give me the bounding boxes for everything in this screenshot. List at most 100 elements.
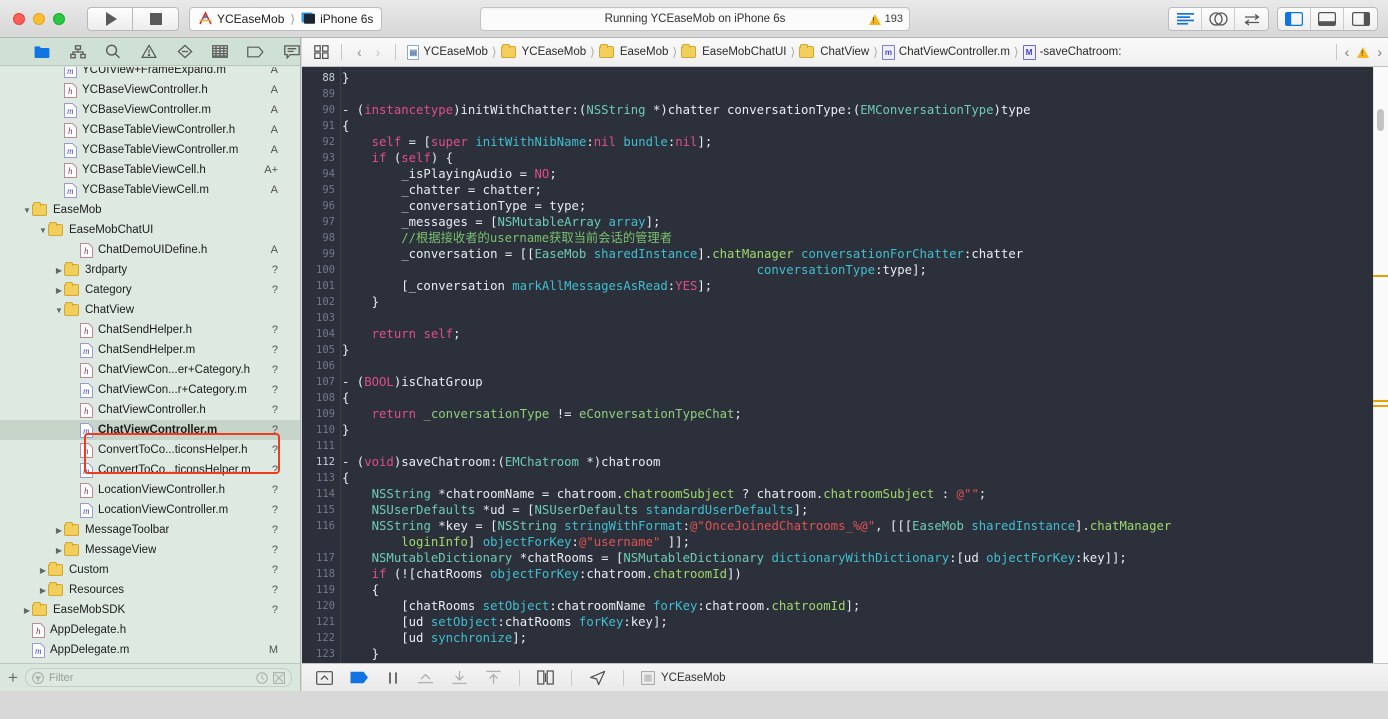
disclosure-triangle-closed-icon[interactable]: ▶ <box>54 526 64 535</box>
file-row[interactable]: ▼ EaseMobChatUI <box>0 220 300 240</box>
run-button[interactable] <box>87 6 133 31</box>
pause-button[interactable] <box>386 671 400 685</box>
assistant-editor-button[interactable] <box>1202 8 1235 30</box>
utilities-toggle-button[interactable] <box>1344 8 1377 30</box>
file-row[interactable]: h ChatSendHelper.h? <box>0 320 300 340</box>
disclosure-triangle-closed-icon[interactable]: ▶ <box>54 546 64 555</box>
disclosure-triangle-closed-icon[interactable]: ▶ <box>38 586 48 595</box>
file-row[interactable]: ▼ ChatView <box>0 300 300 320</box>
breadcrumb-item-file[interactable]: m ChatViewController.m <box>879 44 1013 60</box>
disclosure-triangle-open-icon[interactable]: ▼ <box>54 306 64 315</box>
warning-marker[interactable] <box>1373 400 1388 402</box>
h-file-icon: h <box>80 242 93 258</box>
previous-issue-button[interactable]: ‹ <box>1345 44 1350 60</box>
file-row[interactable]: ▶ Custom? <box>0 560 300 580</box>
file-row[interactable]: h AppDelegate.h <box>0 620 300 640</box>
next-issue-button[interactable]: › <box>1377 44 1382 60</box>
file-row[interactable]: m ChatViewController.m? <box>0 420 300 440</box>
file-row[interactable]: h ConvertToCo...ticonsHelper.h? <box>0 440 300 460</box>
stop-button[interactable] <box>133 6 179 31</box>
close-button[interactable] <box>13 12 25 25</box>
file-row[interactable]: ▶ MessageView? <box>0 540 300 560</box>
file-row[interactable]: h ChatDemoUIDefine.h A <box>0 240 300 260</box>
related-items-icon[interactable] <box>310 45 333 59</box>
navigator-toggle-button[interactable] <box>1278 8 1311 30</box>
step-into-button[interactable] <box>451 670 468 685</box>
project-navigator-icon[interactable] <box>34 44 51 60</box>
code-content[interactable]: } - (instancetype)initWithChatter:(NSStr… <box>342 67 1342 663</box>
add-file-button[interactable]: + <box>8 669 18 686</box>
report-navigator-icon[interactable] <box>283 44 300 60</box>
file-row[interactable]: h ChatViewController.h? <box>0 400 300 420</box>
process-item[interactable]: YCEaseMob <box>641 670 726 685</box>
breadcrumb-item-group-3[interactable]: EaseMobChatUI <box>678 44 789 58</box>
file-row[interactable]: m AppDelegate.m M <box>0 640 300 660</box>
scrollbar-thumb[interactable] <box>1377 109 1384 131</box>
breadcrumb-item-project[interactable]: ▤ YCEaseMob <box>404 44 491 60</box>
breadcrumb-item-group-1[interactable]: YCEaseMob <box>498 44 590 58</box>
file-row[interactable]: ▶ MessageToolbar? <box>0 520 300 540</box>
file-row[interactable]: h YCBaseViewController.h A <box>0 80 300 100</box>
file-row[interactable]: m ConvertToCo...ticonsHelper.m? <box>0 460 300 480</box>
destination-name: iPhone 6s <box>320 11 374 26</box>
warning-indicator[interactable]: 193 <box>868 13 903 25</box>
file-row[interactable]: m ChatSendHelper.m? <box>0 340 300 360</box>
file-status-badge: A <box>270 67 278 76</box>
hide-debug-area-button[interactable] <box>316 670 333 685</box>
file-row[interactable]: ▶ EaseMobSDK? <box>0 600 300 620</box>
issue-navigator-icon[interactable] <box>141 44 158 60</box>
disclosure-triangle-closed-icon[interactable]: ▶ <box>38 566 48 575</box>
source-code-editor[interactable]: 88 89 90 91 92 93 94 95 96 97 98 99 100 101 102 103 104 1… <box>302 67 1388 663</box>
file-row[interactable]: h ChatViewCon...er+Category.h? <box>0 360 300 380</box>
zoom-button[interactable] <box>53 12 65 25</box>
file-row[interactable]: ▼ EaseMob <box>0 200 300 220</box>
breadcrumb-item-group-4[interactable]: ChatView <box>796 44 872 58</box>
file-row[interactable]: m YCBaseTableViewController.m A <box>0 140 300 160</box>
navigate-forward-button[interactable]: › <box>369 44 388 60</box>
debug-navigator-icon[interactable] <box>212 44 229 60</box>
minimize-button[interactable] <box>33 12 45 25</box>
standard-editor-button[interactable] <box>1169 8 1202 30</box>
issue-divider <box>1335 44 1337 60</box>
view-hierarchy-button[interactable] <box>537 670 554 685</box>
filter-field[interactable]: Filter <box>24 668 292 687</box>
disclosure-triangle-closed-icon[interactable]: ▶ <box>54 266 64 275</box>
breadcrumb-item-method[interactable]: M -saveChatroom: <box>1020 44 1125 60</box>
file-row[interactable]: m YCBaseViewController.m A <box>0 100 300 120</box>
file-row[interactable]: ▶ Resources? <box>0 580 300 600</box>
scheme-selector[interactable]: YCEaseMob ⟩ iPhone 6s <box>189 6 383 31</box>
find-navigator-icon[interactable] <box>105 44 122 60</box>
test-navigator-icon[interactable] <box>176 44 193 60</box>
disclosure-triangle-closed-icon[interactable]: ▶ <box>54 286 64 295</box>
breakpoint-navigator-icon[interactable] <box>247 44 265 60</box>
step-out-button[interactable] <box>485 670 502 685</box>
simulate-location-button[interactable] <box>589 670 606 686</box>
breakpoints-toggle-button[interactable] <box>350 671 369 684</box>
file-row[interactable]: ▶ Category? <box>0 280 300 300</box>
file-row[interactable]: ▶ 3rdparty? <box>0 260 300 280</box>
warning-marker[interactable] <box>1373 275 1388 277</box>
file-row[interactable]: h YCBaseTableViewCell.h A+ <box>0 160 300 180</box>
breadcrumb-item-group-2[interactable]: EaseMob <box>596 44 672 58</box>
source-control-filter-icon[interactable] <box>273 671 285 684</box>
file-row[interactable]: hYCTabBarViewController.h? <box>0 660 300 662</box>
recent-clock-icon[interactable] <box>256 671 268 684</box>
version-editor-button[interactable] <box>1235 8 1268 30</box>
disclosure-triangle-closed-icon[interactable]: ▶ <box>22 606 32 615</box>
file-row[interactable]: m YCUIView+FrameExpand.m A <box>0 67 300 80</box>
file-row[interactable]: h LocationViewController.h? <box>0 480 300 500</box>
line-number: 109 <box>316 408 335 420</box>
file-row[interactable]: m ChatViewCon...r+Category.m? <box>0 380 300 400</box>
debug-area-toggle-button[interactable] <box>1311 8 1344 30</box>
editor-scrollbar[interactable] <box>1373 67 1388 663</box>
file-row[interactable]: m YCBaseTableViewCell.m A <box>0 180 300 200</box>
file-row[interactable]: m LocationViewController.m? <box>0 500 300 520</box>
warning-marker[interactable] <box>1373 405 1388 407</box>
project-file-list[interactable]: m YCUIView+FrameExpand.m Ah YCBaseViewContr… <box>0 67 300 662</box>
step-over-button[interactable] <box>417 671 434 685</box>
navigate-back-button[interactable]: ‹ <box>350 44 369 60</box>
disclosure-triangle-open-icon[interactable]: ▼ <box>22 206 32 215</box>
symbol-navigator-icon[interactable] <box>70 44 87 60</box>
disclosure-triangle-open-icon[interactable]: ▼ <box>38 226 48 235</box>
file-row[interactable]: h YCBaseTableViewController.h A <box>0 120 300 140</box>
